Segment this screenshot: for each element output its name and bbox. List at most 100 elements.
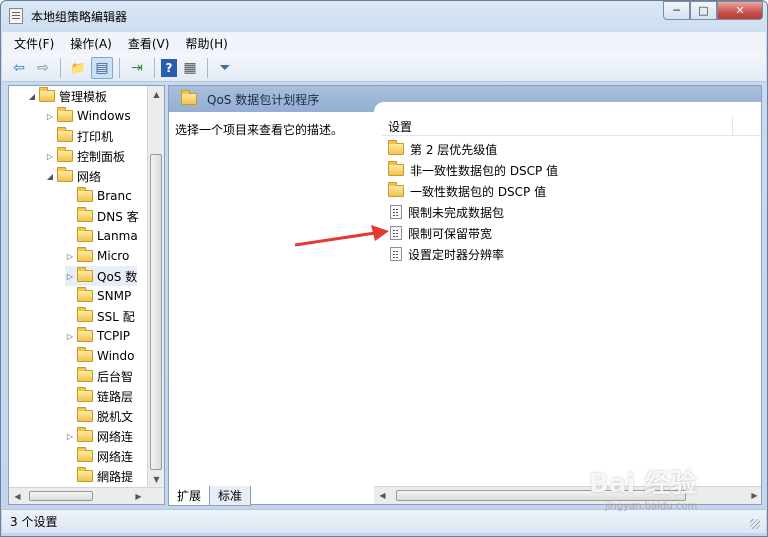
- folder-icon: [77, 407, 93, 422]
- expand-arrow-icon[interactable]: ▷: [45, 152, 55, 161]
- tree-vertical-scrollbar[interactable]: ▲ ▼: [147, 86, 164, 488]
- tree-item-label: 脱机文: [97, 409, 134, 424]
- back-arrow-icon[interactable]: ⇦: [8, 57, 30, 79]
- column-header-setting[interactable]: 设置: [382, 116, 761, 136]
- tree-item-label: DNS 客: [97, 209, 139, 224]
- menu-file[interactable]: 文件(F): [6, 35, 62, 52]
- tab-extended[interactable]: 扩展: [168, 486, 211, 506]
- forward-arrow-icon[interactable]: ⇨: [32, 57, 54, 79]
- setting-label: 设置定时器分辨率: [408, 247, 505, 262]
- setting-label: 一致性数据包的 DSCP 值: [410, 184, 547, 199]
- tree-item[interactable]: Lanma: [65, 226, 138, 246]
- title-bar: 本地组策略编辑器 ─ □ ✕: [1, 1, 767, 31]
- tree-item[interactable]: 網路提: [65, 466, 133, 486]
- app-window: 本地组策略编辑器 ─ □ ✕ 文件(F) 操作(A) 查看(V) 帮助(H) ⇦…: [0, 0, 768, 537]
- expand-arrow-icon[interactable]: ▷: [65, 272, 75, 281]
- column-divider[interactable]: [732, 116, 733, 136]
- tree-item-label: Micro: [97, 249, 130, 263]
- up-folder-icon[interactable]: 📁: [67, 57, 89, 79]
- expand-arrow-icon[interactable]: ◢: [45, 172, 55, 181]
- tree-item[interactable]: Branc: [65, 186, 132, 206]
- folder-icon: [57, 147, 73, 162]
- tree-item[interactable]: 脱机文: [65, 406, 133, 426]
- folder-icon: [77, 367, 93, 382]
- expand-arrow-icon[interactable]: ▷: [65, 332, 75, 341]
- policy-editor-icon: [9, 8, 23, 24]
- tree-item[interactable]: ◢ 网络: [45, 166, 101, 186]
- close-button[interactable]: ✕: [717, 1, 763, 20]
- menu-action[interactable]: 操作(A): [62, 35, 120, 52]
- filter-icon[interactable]: ⏷: [214, 57, 236, 79]
- folder-icon: [388, 161, 404, 176]
- scroll-thumb[interactable]: [29, 491, 93, 501]
- tree-item-label: QoS 数: [97, 269, 138, 284]
- maximize-button[interactable]: □: [690, 1, 717, 20]
- menu-help[interactable]: 帮助(H): [177, 35, 235, 52]
- setting-label: 限制可保留带宽: [408, 226, 493, 241]
- scroll-left-icon[interactable]: ◀: [9, 488, 26, 504]
- folder-icon: [57, 127, 73, 142]
- setting-row[interactable]: 限制可保留带宽: [386, 223, 492, 243]
- policy-setting-icon: [390, 247, 402, 261]
- tree-item[interactable]: ▷ QoS 数: [65, 266, 138, 286]
- expand-arrow-icon[interactable]: ◢: [27, 92, 37, 101]
- setting-row[interactable]: 限制未完成数据包: [386, 202, 504, 222]
- expand-arrow-icon[interactable]: ▷: [65, 432, 75, 441]
- setting-folder-row[interactable]: 第 2 层优先级值: [386, 139, 497, 159]
- description-panel: 选择一个项目来查看它的描述。: [169, 112, 374, 504]
- setting-label: 非一致性数据包的 DSCP 值: [410, 163, 559, 178]
- tree-item[interactable]: SSL 配: [65, 306, 135, 326]
- minimize-button[interactable]: ─: [663, 1, 690, 20]
- tree-item-label: 网络: [77, 169, 102, 184]
- menu-view[interactable]: 查看(V): [120, 35, 178, 52]
- toolbar: ⇦ ⇨ 📁 ▤ ⇥ ? ▦ ⏷: [2, 54, 766, 82]
- tree-item[interactable]: Windo: [65, 346, 135, 366]
- tree-item[interactable]: ▷ 控制面板: [45, 146, 125, 166]
- export-list-icon[interactable]: ⇥: [126, 57, 148, 79]
- folder-icon: [77, 467, 93, 482]
- setting-folder-row[interactable]: 非一致性数据包的 DSCP 值: [386, 160, 558, 180]
- scroll-right-icon[interactable]: ▶: [130, 488, 147, 504]
- folder-icon: [77, 307, 93, 322]
- tree-horizontal-scrollbar[interactable]: ◀ ▶: [9, 487, 164, 504]
- help-icon[interactable]: ?: [161, 58, 177, 77]
- folder-icon: [77, 247, 93, 262]
- tree-item[interactable]: 链路层: [65, 386, 133, 406]
- properties-icon[interactable]: ▦: [179, 57, 201, 79]
- expand-arrow-icon[interactable]: ▷: [65, 252, 75, 261]
- tree-item[interactable]: ▷ 网络连: [65, 426, 133, 446]
- red-arrow-annotation: [294, 225, 389, 247]
- watermark-url: jingyan.baidu.com: [605, 501, 698, 512]
- folder-icon: [39, 87, 55, 102]
- scroll-up-icon[interactable]: ▲: [148, 86, 164, 103]
- tree-item-label: 网络连: [97, 429, 134, 444]
- navigation-tree: ◢ 管理模板 ▷ Windows 打印机 ▷ 控制面板 ◢ 网络 Branc DNS 客 Lanma ▷…: [8, 85, 165, 505]
- scroll-thumb[interactable]: [150, 154, 162, 470]
- resize-grip-icon[interactable]: [750, 519, 760, 529]
- setting-label: 限制未完成数据包: [408, 205, 505, 220]
- caption-buttons: ─ □ ✕: [663, 1, 763, 21]
- tree-item[interactable]: DNS 客: [65, 206, 139, 226]
- expand-arrow-icon[interactable]: ▷: [45, 112, 55, 121]
- tree-item-label: 管理模板: [59, 89, 108, 104]
- window-title: 本地组策略编辑器: [31, 10, 128, 24]
- tree-item[interactable]: 网络连: [65, 446, 133, 466]
- settings-list: 设置 第 2 层优先级值非一致性数据包的 DSCP 值一致性数据包的 DSCP …: [374, 102, 761, 488]
- tree-item-label: Windows: [77, 109, 131, 123]
- tree-item[interactable]: ▷ TCPIP: [65, 326, 130, 346]
- setting-row[interactable]: 设置定时器分辨率: [386, 244, 504, 264]
- arrow-shaft: [294, 231, 376, 247]
- show-hide-tree-icon[interactable]: ▤: [91, 56, 113, 79]
- tab-standard[interactable]: 标准: [209, 486, 252, 506]
- tree-item-label: 后台智: [97, 369, 134, 384]
- tree-item[interactable]: ▷ Micro: [65, 246, 129, 266]
- tree-item[interactable]: 后台智: [65, 366, 133, 386]
- setting-folder-row[interactable]: 一致性数据包的 DSCP 值: [386, 181, 546, 201]
- folder-icon: [77, 427, 93, 442]
- tree-item[interactable]: 打印机: [45, 126, 113, 146]
- tree-item-label: Lanma: [97, 229, 138, 243]
- tree-item[interactable]: ▷ Windows: [45, 106, 131, 126]
- tree-item[interactable]: ◢ 管理模板: [27, 86, 107, 106]
- scroll-down-icon[interactable]: ▼: [148, 471, 164, 488]
- tree-item[interactable]: SNMP: [65, 286, 131, 306]
